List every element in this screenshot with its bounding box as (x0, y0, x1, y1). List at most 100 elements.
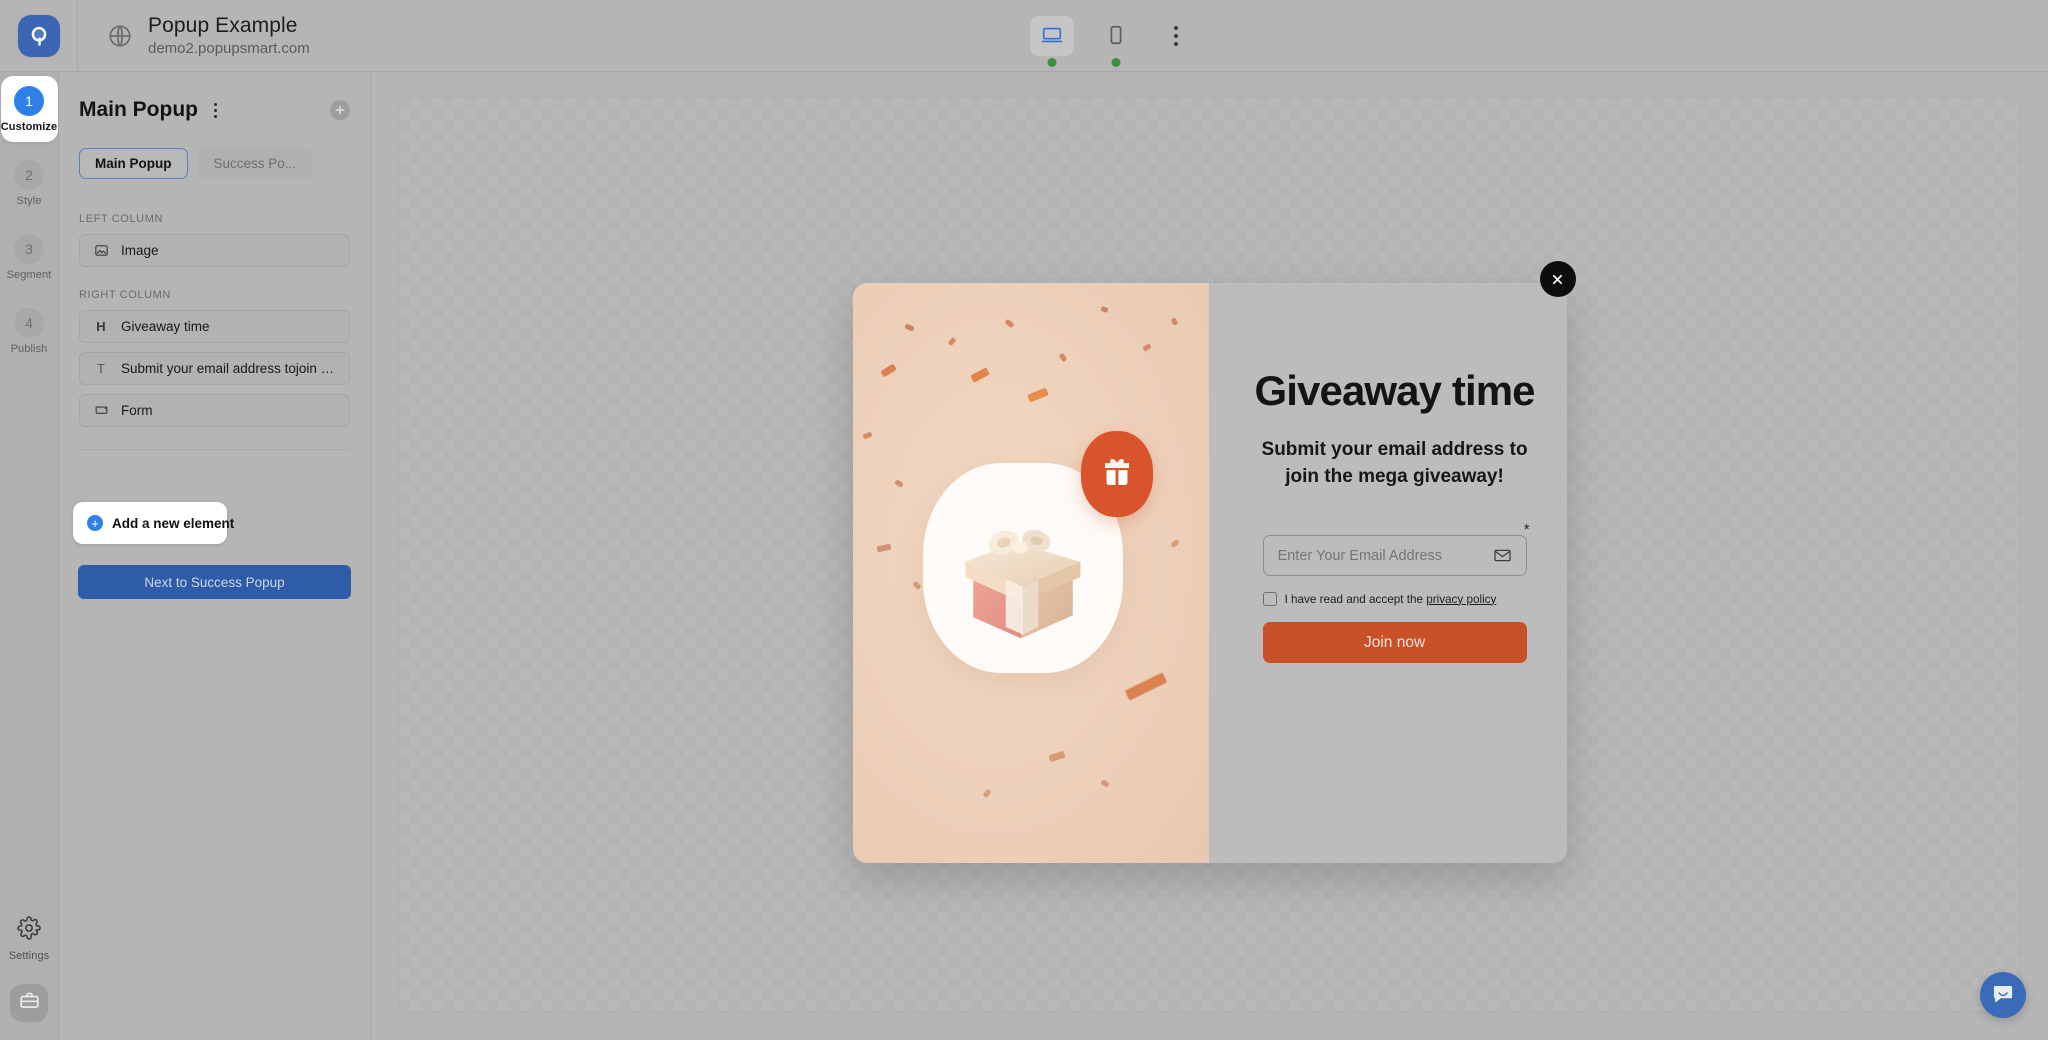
step-number: 1 (14, 86, 44, 116)
desktop-status-dot (1047, 58, 1057, 67)
confetti-piece (969, 367, 990, 383)
more-options-button[interactable] (1158, 16, 1194, 56)
next-to-success-popup-button[interactable]: Next to Success Popup (78, 565, 351, 599)
add-new-element-label: Add a new element (112, 515, 235, 531)
site-info: Popup Example demo2.popupsmart.com (78, 14, 310, 57)
consent-label: I have read and accept the privacy polic… (1285, 593, 1497, 606)
confetti-piece (893, 479, 904, 488)
chat-bubble-icon (1991, 982, 2015, 1009)
confetti-piece (879, 363, 897, 378)
step-label: Publish (10, 343, 48, 355)
settings-label: Settings (8, 950, 50, 962)
popupsmart-logo-icon[interactable] (17, 14, 60, 57)
confetti-piece (1099, 306, 1109, 313)
step-rail: 1 Customize 2 Style 3 Segment 4 Publish (0, 72, 59, 1040)
popup-body: Giveaway time Submit your email address … (852, 283, 1567, 863)
panel-header: Main Popup (79, 98, 350, 122)
plus-circle-icon: + (87, 515, 103, 531)
tab-success-popup[interactable]: Success Po... (197, 148, 313, 179)
popup-form: * I have read and accept the privacy pol… (1262, 522, 1530, 664)
gift-box-illustration (965, 529, 1080, 639)
popup-subheadline: Submit your email address to join the me… (1261, 439, 1528, 488)
list-item-form[interactable]: Form (79, 394, 350, 427)
confetti-piece (1058, 352, 1067, 363)
list-item-heading[interactable]: H Giveaway time (79, 310, 350, 343)
confetti-piece (903, 323, 915, 332)
email-field-wrapper[interactable]: * (1262, 522, 1530, 577)
group-left-column: LEFT COLUMN Image (79, 213, 350, 267)
panel-add-plus-circle-icon[interactable] (330, 100, 350, 120)
preview-canvas: Giveaway time Submit your email address … (398, 97, 2021, 1013)
gear-icon (17, 916, 41, 945)
step-label: Segment (6, 269, 52, 281)
workspace-button[interactable] (10, 984, 48, 1022)
globe-icon (106, 22, 134, 50)
confetti-piece (1047, 750, 1066, 763)
confetti-piece (1141, 343, 1152, 352)
step-label: Customize (0, 121, 58, 133)
consent-row: I have read and accept the privacy polic… (1262, 592, 1527, 607)
confetti-piece (1099, 779, 1110, 788)
confetti-piece (861, 431, 873, 440)
step-number: 3 (14, 234, 44, 264)
sidebar-item-segment[interactable]: 3 Segment (1, 224, 58, 290)
mobile-icon (1105, 24, 1127, 49)
consent-checkbox[interactable] (1262, 592, 1277, 607)
briefcase-icon (19, 990, 40, 1016)
add-new-element-button[interactable]: + Add a new element (73, 502, 234, 544)
sidebar-item-customize[interactable]: 1 Customize (0, 76, 58, 142)
join-now-button[interactable]: Join now (1262, 622, 1527, 664)
confetti-piece (946, 336, 957, 347)
chat-support-button[interactable] (1980, 972, 2026, 1018)
brand-logo-cell (0, 0, 78, 72)
list-item-label: Submit your email address tojoin th... (121, 361, 336, 376)
confetti-piece (1124, 672, 1167, 701)
envelope-icon (1493, 546, 1512, 565)
step-label: Style (16, 195, 42, 207)
popup-preview: Giveaway time Submit your email address … (852, 261, 1576, 863)
page-title: Popup Example (148, 14, 298, 37)
group-right-column: RIGHT COLUMN H Giveaway time T Submit yo… (79, 289, 350, 427)
sidebar-item-settings[interactable]: Settings (9, 916, 50, 962)
site-url: demo2.popupsmart.com (148, 40, 310, 57)
panel-kebab-menu-icon[interactable] (207, 99, 223, 121)
privacy-policy-link[interactable]: privacy policy (1426, 593, 1496, 606)
list-item-image[interactable]: Image (79, 234, 350, 267)
heading-icon: H (96, 319, 106, 334)
desktop-preview-button[interactable] (1030, 16, 1074, 67)
device-preview-toggle (1030, 0, 1194, 72)
consent-prefix: I have read and accept the (1284, 592, 1427, 606)
popup-image-column[interactable] (852, 283, 1209, 863)
popup-step-tabs: Main Popup Success Po... (79, 148, 350, 179)
confetti-piece (1170, 317, 1178, 326)
step-number: 4 (14, 308, 44, 338)
list-item-label: Giveaway time (121, 319, 210, 334)
popup-headline: Giveaway time (1254, 367, 1536, 414)
tab-main-popup[interactable]: Main Popup (79, 148, 188, 179)
email-input[interactable] (1277, 547, 1493, 564)
app-root: Popup Example demo2.popupsmart.com 1 Cus… (0, 0, 2048, 1040)
gift-icon (1098, 453, 1136, 496)
top-bar: Popup Example demo2.popupsmart.com (0, 0, 2048, 72)
confetti-piece (911, 580, 922, 591)
body-row: 1 Customize 2 Style 3 Segment 4 Publish (0, 72, 2048, 1040)
required-marker: * (1523, 521, 1530, 539)
mobile-status-dot (1111, 58, 1121, 67)
confetti-piece (1169, 539, 1180, 548)
sidebar-item-publish[interactable]: 4 Publish (1, 298, 58, 364)
panel-divider (79, 449, 350, 450)
group-label: LEFT COLUMN (79, 213, 164, 225)
list-item-text[interactable]: T Submit your email address tojoin th... (79, 352, 350, 385)
mobile-preview-button[interactable] (1094, 16, 1138, 67)
image-icon (93, 243, 109, 259)
sidebar-item-style[interactable]: 2 Style (1, 150, 58, 216)
close-icon[interactable] (1539, 261, 1576, 297)
preview-canvas-wrapper: Giveaway time Submit your email address … (371, 72, 2048, 1040)
list-item-label: Image (121, 243, 159, 258)
list-item-label: Form (121, 403, 153, 418)
gift-icon-badge (1080, 431, 1153, 517)
editor-panel: Main Popup Main Popup Success Po... LEFT… (59, 72, 371, 1040)
step-number: 2 (14, 160, 44, 190)
confetti-piece (1003, 318, 1015, 329)
panel-title: Main Popup (79, 98, 198, 121)
